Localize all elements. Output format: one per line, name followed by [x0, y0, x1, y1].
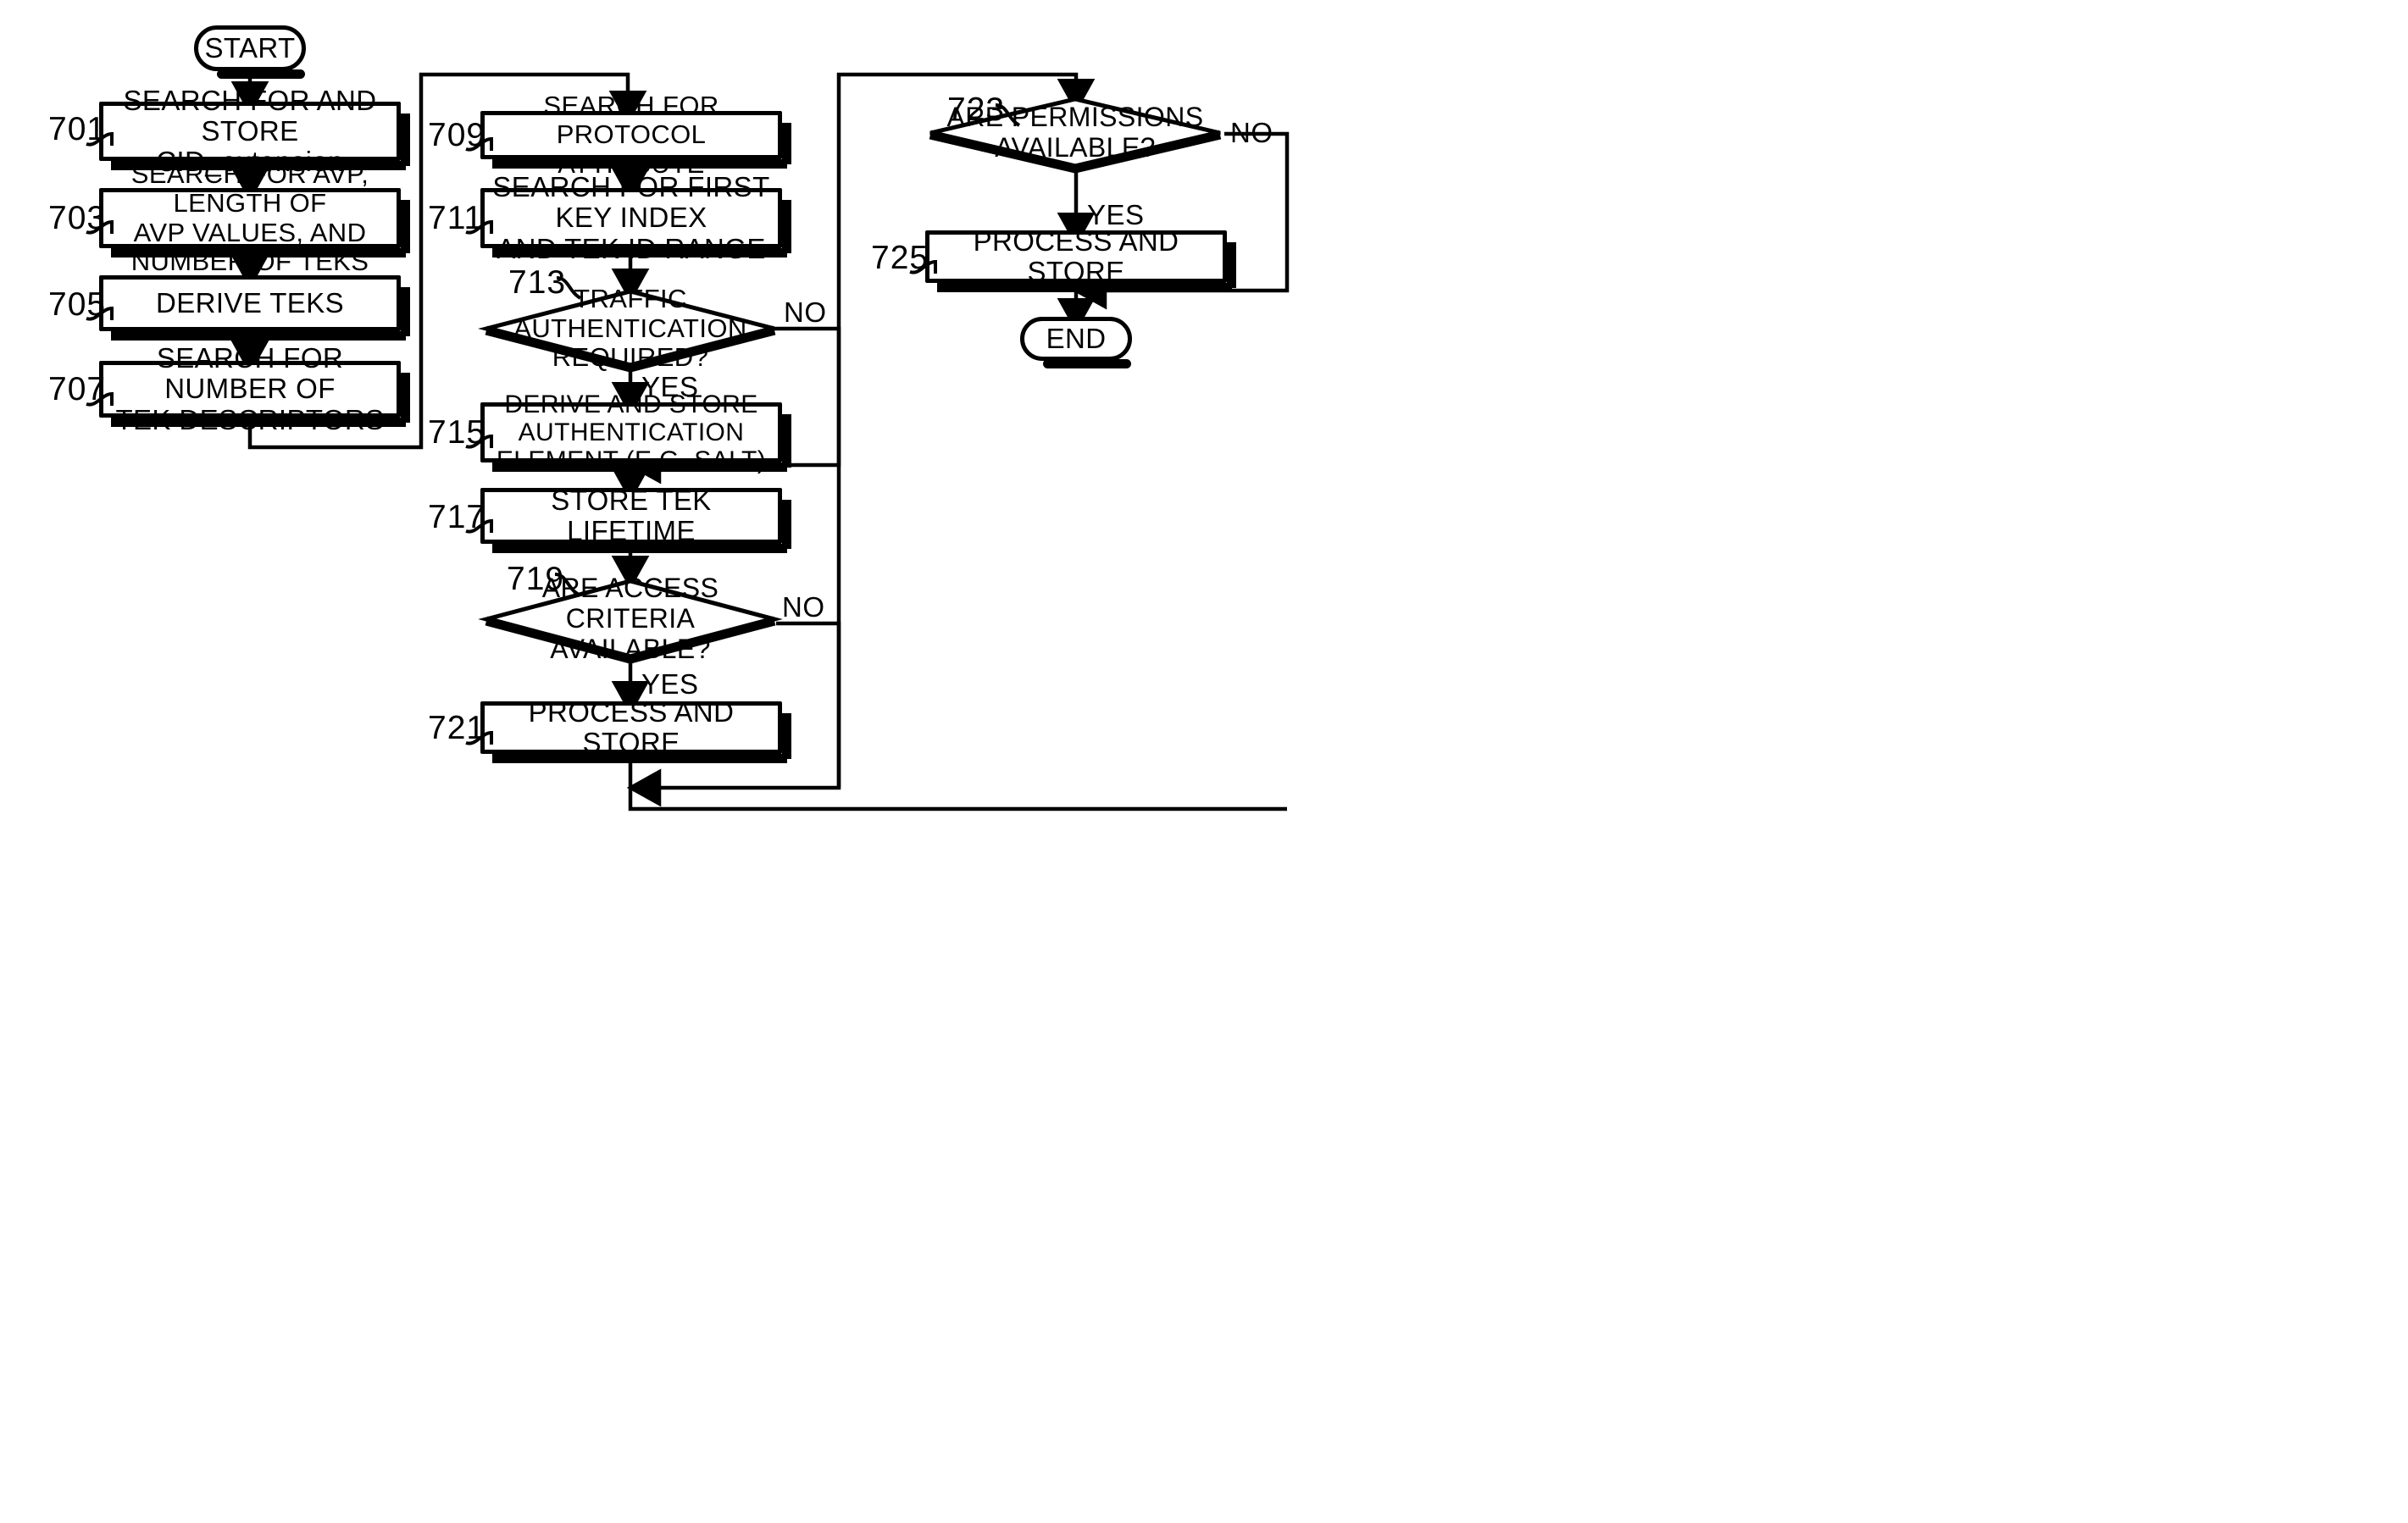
leader-721	[465, 730, 493, 745]
leader-719	[554, 573, 580, 596]
node-705-label: DERIVE TEKS	[155, 286, 345, 318]
leader-709	[465, 136, 493, 152]
leader-717	[465, 518, 493, 534]
edge-label-723-no: NO	[1230, 117, 1273, 148]
node-end-label: END	[1046, 322, 1107, 354]
leader-705	[86, 306, 114, 321]
leader-707	[86, 391, 114, 407]
node-start[interactable]: START	[194, 25, 306, 79]
leader-723	[995, 103, 1021, 127]
edge-bus-riser	[836, 72, 863, 788]
leader-713	[556, 276, 582, 300]
node-start-label: START	[204, 31, 296, 64]
node-end[interactable]: END	[1020, 317, 1132, 368]
leader-711	[465, 219, 493, 235]
figure-canvas: START SEARCH FOR AND STORE CID_extension…	[0, 0, 2408, 1523]
leader-715	[465, 434, 493, 449]
leader-703	[86, 219, 114, 235]
edge-label-713-no: NO	[784, 296, 827, 328]
leader-725	[909, 259, 937, 274]
edge-label-719-no: NO	[782, 591, 825, 623]
